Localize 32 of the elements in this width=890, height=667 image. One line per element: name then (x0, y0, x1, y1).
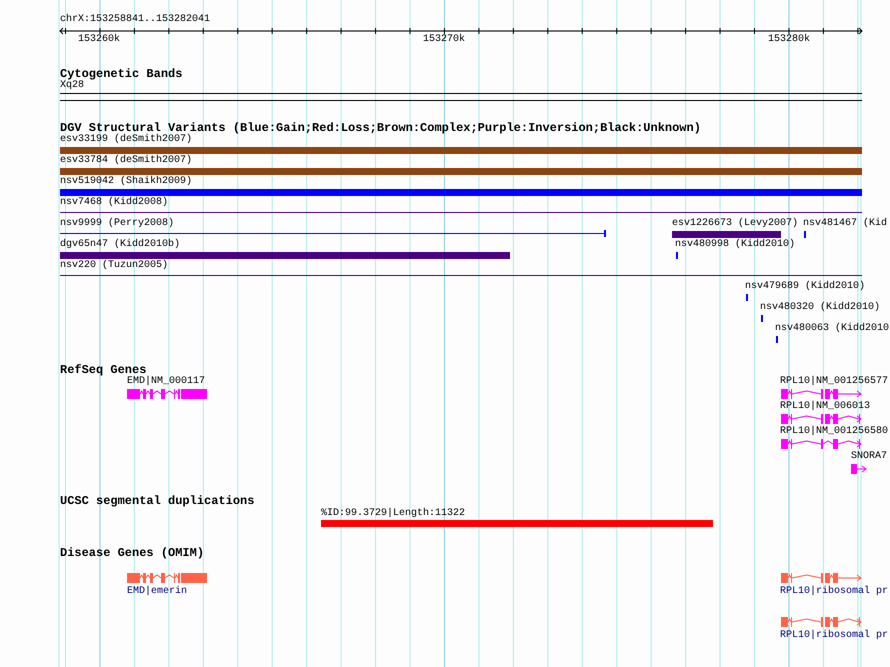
variant-label: nsv481467 (Kid (803, 218, 888, 230)
track-title: RefSeq Genes (60, 363, 146, 377)
track-title: UCSC segmental duplications (60, 494, 254, 508)
variant-label: nsv480063 (Kidd2010 (775, 323, 890, 335)
gene-label: EMD|NM_000117 (127, 376, 206, 388)
track-title: DGV Structural Variants (Blue:Gain;Red:Loss;Brown:Complex;Purple:Inversion;Black:Unknown) (60, 121, 701, 135)
track-title: Cytogenetic Bands (60, 67, 182, 81)
gene-label: RPL10|NM_001256580 (780, 426, 888, 438)
disease-gene-label: RPL10|ribosomal pr (780, 586, 888, 598)
tick-label: 153280k (768, 34, 810, 46)
band-label: Xq28 (60, 80, 84, 92)
variant-label: nsv519042 (Shaikh2009) (60, 176, 192, 188)
variant-label: nsv479689 (Kidd2010) (745, 281, 866, 293)
track-title: Disease Genes (OMIM) (60, 546, 204, 560)
variant-label: nsv9999 (Perry2008) (60, 218, 174, 230)
variant-label: nsv220 (Tuzun2005) (60, 260, 168, 272)
tick-label: 153270k (423, 34, 466, 46)
gene-label: RPL10|NM_001256577 (780, 376, 888, 388)
variant-label: nsv480320 (Kidd2010) (760, 302, 880, 314)
position-label: chrX:153258841..153282041 (60, 14, 210, 26)
disease-gene-label: EMD|emerin (127, 586, 188, 598)
variant-label: esv1226673 (Levy2007) (672, 218, 798, 230)
variant-label: nsv7468 (Kidd2008) (60, 197, 168, 209)
variant-label: nsv480998 (Kidd2010) (675, 239, 796, 251)
tick-label: 153260k (78, 34, 120, 46)
gene-label: RPL10|NM_006013 (780, 401, 870, 413)
gene-label: SNORA7 (851, 451, 888, 463)
disease-gene-label: RPL10|ribosomal pr (780, 630, 888, 642)
duplication-label: %ID:99.3729|Length:11322 (321, 508, 466, 520)
variant-label: esv33784 (deSmith2007) (60, 155, 192, 167)
variant-label: esv33199 (deSmith2007) (60, 134, 192, 146)
variant-label: dgv65n47 (Kidd2010b) (60, 239, 180, 251)
